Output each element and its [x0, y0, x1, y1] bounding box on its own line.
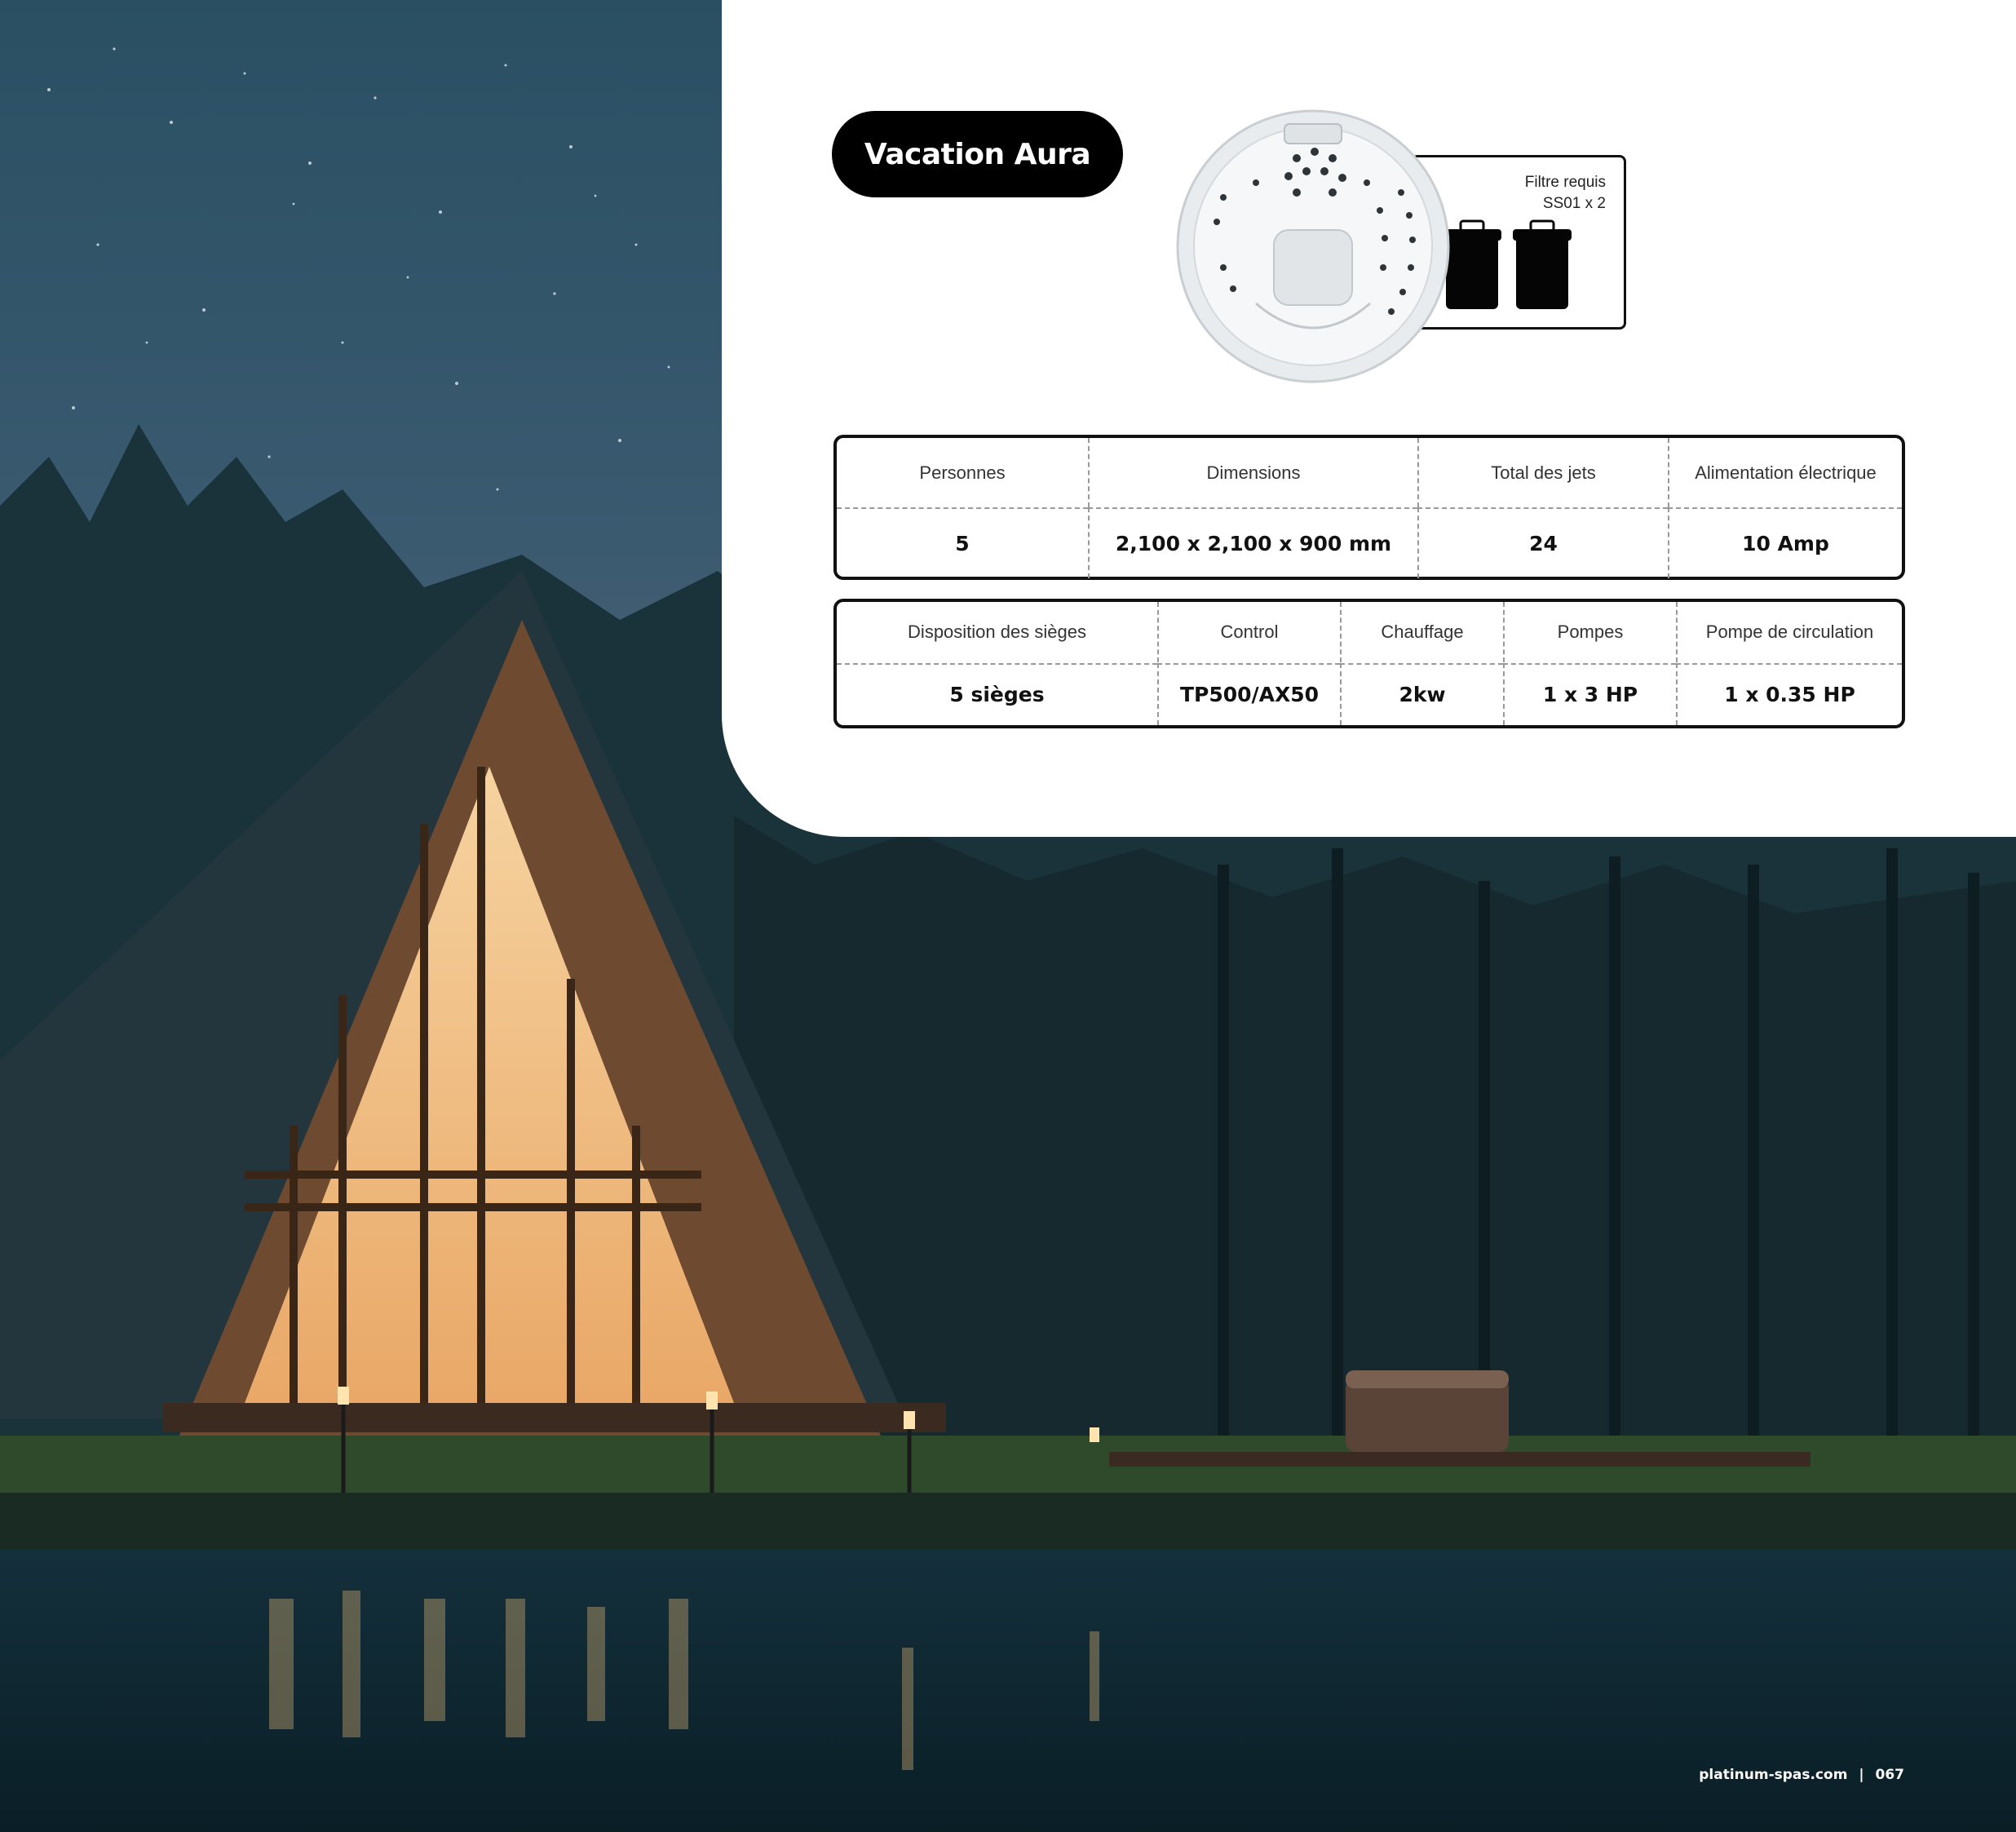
value-chauffage: 2kw: [1340, 662, 1503, 725]
header-pompe-circulation: Pompe de circulation: [1676, 602, 1902, 662]
header-personnes: Personnes: [919, 462, 1006, 483]
spa-top-view-icon: [1176, 109, 1450, 383]
spec-table-secondary: Disposition des sièges Control Chauffage…: [833, 599, 1905, 728]
page-number: 067: [1875, 1767, 1905, 1783]
value-pompe-circulation: 1 x 0.35 HP: [1676, 662, 1902, 725]
website-link[interactable]: platinum-spas.com: [1699, 1767, 1847, 1783]
header-alimentation: Alimentation électrique: [1668, 438, 1902, 507]
header-control: Control: [1157, 602, 1340, 662]
header-chauffage: Chauffage: [1340, 602, 1503, 662]
spa-illustration: Filtre requis SS01 x 2: [1174, 106, 1631, 392]
value-total-jets: 24: [1417, 507, 1668, 578]
header-pompes: Pompes: [1503, 602, 1676, 662]
value-dimensions: 2,100 x 2,100 x 900 mm: [1088, 507, 1417, 578]
value-disposition-sieges: 5 sièges: [837, 662, 1157, 725]
header-total-jets: Total des jets: [1417, 438, 1668, 507]
header-dimensions: Dimensions: [1088, 438, 1417, 507]
page-footer: platinum-spas.com | 067: [1699, 1767, 1904, 1783]
header-disposition-sieges: Disposition des sièges: [908, 622, 1086, 642]
value-pompes: 1 x 3 HP: [1503, 662, 1676, 725]
value-control: TP500/AX50: [1157, 662, 1340, 725]
product-title: Vacation Aura: [832, 111, 1123, 197]
value-personnes: 5: [837, 507, 1088, 578]
value-alimentation: 10 Amp: [1668, 507, 1902, 578]
footer-separator: |: [1859, 1767, 1864, 1783]
spec-table-main: Personnes Dimensions Total des jets Alim…: [833, 435, 1905, 580]
